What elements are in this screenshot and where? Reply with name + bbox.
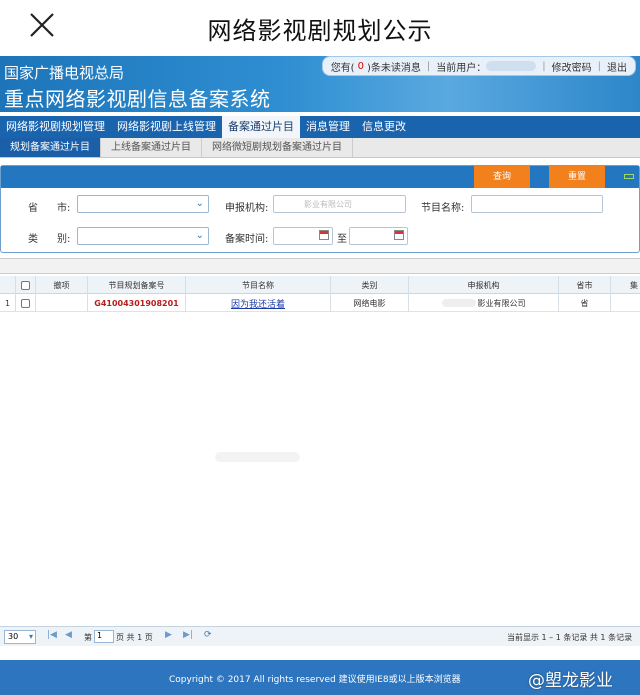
prev-page-icon[interactable]: ◀ <box>65 630 72 640</box>
row-program-link[interactable]: 因为我还活着 <box>231 297 285 310</box>
search-toolbar: 查询 重置 <box>1 166 639 188</box>
col-program-name: 节目名称 <box>186 276 331 294</box>
page-number-input[interactable]: 1 <box>94 630 114 643</box>
search-panel: 查询 重置 省 市: ⌄ 申报机构: 影业有限公司 节目名称: 类 别: ⌄ 备… <box>0 165 640 253</box>
unread-suffix[interactable]: )条未读消息 <box>367 59 421 74</box>
row-checkbox[interactable] <box>21 298 30 308</box>
unread-prefix: 您有( <box>330 62 355 74</box>
org-input[interactable]: 影业有限公司 <box>273 195 406 213</box>
tab-micro-drama-approved[interactable]: 网络微短剧规划备案通过片目 <box>202 138 353 157</box>
system-banner: 国家广播电视总局 重点网络影视剧信息备案系统 您有( 0 )条未读消息 | 当前… <box>0 56 640 112</box>
weibo-watermark: @塱龙影业 <box>528 671 613 691</box>
col-province: 省市 <box>559 276 611 294</box>
province-label: 省 <box>28 203 38 214</box>
page-size-select[interactable]: 30 ▾ <box>4 630 36 644</box>
logout-link[interactable]: 退出 <box>607 59 627 74</box>
date-label: 备案时间: <box>225 234 269 245</box>
type-label-2: 别: <box>57 234 71 245</box>
col-withdraw: 撤项 <box>36 276 88 294</box>
page-prefix: 第 <box>84 633 92 642</box>
date-to-label: 至 <box>337 234 347 245</box>
calendar-icon[interactable] <box>394 230 404 240</box>
chevron-down-icon: ⌄ <box>195 198 204 209</box>
select-all-checkbox[interactable] <box>21 280 30 290</box>
grid-header: 撤项 节目规划备案号 节目名称 类别 申报机构 省市 集 <box>0 276 640 294</box>
last-page-icon[interactable]: ▶| <box>183 630 193 640</box>
results-grid: 撤项 节目规划备案号 节目名称 类别 申报机构 省市 集 1 G41004301… <box>0 276 640 626</box>
nav-approved-titles[interactable]: 备案通过片目 <box>222 116 300 138</box>
banner-system-name: 重点网络影视剧信息备案系统 <box>4 87 271 111</box>
current-user-name <box>486 61 537 71</box>
table-row[interactable]: 1 G41004301908201 因为我还活着 网络电影 影业有限公司 省 <box>0 294 640 312</box>
current-user-label: 当前用户： <box>436 62 487 74</box>
tab-planning-approved[interactable]: 规划备案通过片目 <box>0 138 101 157</box>
city-label: 市: <box>57 203 71 214</box>
row-category: 网络电影 <box>331 294 409 312</box>
sub-nav: 规划备案通过片目 上线备案通过片目 网络微短剧规划备案通过片目 <box>0 138 640 158</box>
end-date-input[interactable] <box>349 227 408 245</box>
next-page-icon[interactable]: ▶ <box>165 630 172 640</box>
chevron-down-icon: ▾ <box>28 632 33 641</box>
record-summary: 当前显示 1 – 1 条记录 共 1 条记录 <box>507 633 633 642</box>
page-title: 网络影视剧规划公示 <box>207 17 433 45</box>
program-name-input[interactable] <box>471 195 603 213</box>
change-password-link[interactable]: 修改密码 <box>552 59 592 74</box>
nav-info-change[interactable]: 信息更改 <box>356 116 412 138</box>
reset-button[interactable]: 重置 <box>549 166 605 188</box>
nav-online-management[interactable]: 网络影视剧上线管理 <box>111 116 222 138</box>
tab-online-approved[interactable]: 上线备案通过片目 <box>101 138 202 157</box>
row-org: 影业有限公司 <box>409 294 559 312</box>
refresh-icon[interactable]: ⟳ <box>204 630 212 640</box>
start-date-input[interactable] <box>273 227 333 245</box>
row-province: 省 <box>559 294 611 312</box>
col-record-code: 节目规划备案号 <box>88 276 186 294</box>
collapse-icon[interactable] <box>624 174 634 179</box>
col-category: 类别 <box>331 276 409 294</box>
page-suffix: 页 共 1 页 <box>116 633 153 642</box>
query-button[interactable]: 查询 <box>474 166 530 188</box>
col-episodes: 集 <box>611 276 640 294</box>
nav-planning-management[interactable]: 网络影视剧规划管理 <box>0 116 111 138</box>
banner-org-name: 国家广播电视总局 <box>4 64 125 82</box>
col-org: 申报机构 <box>409 276 559 294</box>
org-label: 申报机构: <box>225 203 269 214</box>
unread-count[interactable]: 0 <box>358 61 364 72</box>
type-select[interactable]: ⌄ <box>77 227 209 245</box>
pager: 30 ▾ |◀ ◀ 第 1 页 共 1 页 ▶ ▶| ⟳ 当前显示 1 – 1 条… <box>0 626 640 646</box>
program-name-label: 节目名称: <box>421 203 465 214</box>
province-city-select[interactable]: ⌄ <box>77 195 209 213</box>
mobile-header: 网络影视剧规划公示 <box>0 0 640 52</box>
first-page-icon[interactable]: |◀ <box>47 630 57 640</box>
redacted-text <box>215 452 300 462</box>
calendar-icon[interactable] <box>319 230 329 240</box>
grid-toolbar <box>0 258 640 274</box>
org-input-value: 影业有限公司 <box>304 200 352 209</box>
chevron-down-icon: ⌄ <box>195 230 204 241</box>
copyright-text: Copyright © 2017 All rights reserved 建议使… <box>169 675 461 685</box>
nav-message-management[interactable]: 消息管理 <box>300 116 356 138</box>
row-index: 1 <box>0 294 16 312</box>
user-bar: 您有( 0 )条未读消息 | 当前用户： | 修改密码 | 退出 <box>321 56 636 76</box>
type-label: 类 <box>28 234 38 245</box>
row-record-code: G41004301908201 <box>88 294 186 312</box>
main-nav: 网络影视剧规划管理 网络影视剧上线管理 备案通过片目 消息管理 信息更改 <box>0 116 640 138</box>
